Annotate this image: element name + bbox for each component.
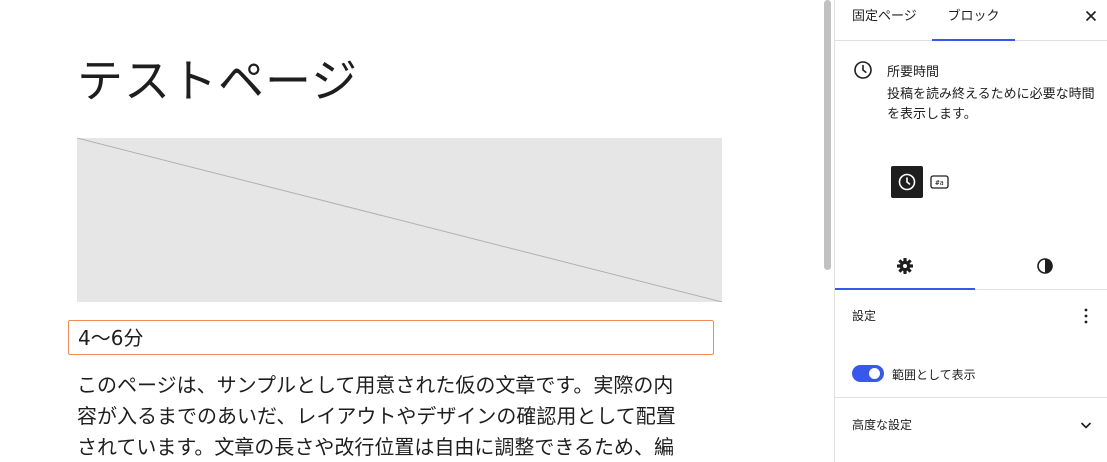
paragraph-line: されています。文章の長さや改行位置は自由に調整できるため、編 bbox=[77, 435, 674, 459]
editor-scrollbar[interactable] bbox=[820, 0, 834, 462]
featured-image-placeholder[interactable] bbox=[77, 138, 722, 302]
image-placeholder-diagonal bbox=[77, 138, 722, 302]
settings-panel-title: 設定 bbox=[852, 309, 877, 323]
scrollbar-thumb[interactable] bbox=[824, 0, 831, 270]
tab-settings[interactable] bbox=[835, 248, 971, 290]
display-as-range-label: 範囲として表示 bbox=[892, 368, 976, 382]
tab-styles[interactable] bbox=[972, 248, 1107, 290]
toggle-knob bbox=[869, 368, 880, 379]
more-vertical-icon bbox=[1084, 308, 1088, 324]
close-icon bbox=[1085, 10, 1097, 22]
block-description-line: を表示します。 bbox=[887, 107, 977, 122]
editor-canvas: テストページ 4〜6分 このページは、サンプルとして用意された仮の文章です。実際… bbox=[0, 0, 820, 462]
clock-icon bbox=[898, 173, 916, 191]
tab-block[interactable]: ブロック bbox=[932, 0, 1015, 41]
display-as-range-toggle[interactable] bbox=[852, 365, 884, 382]
close-sidebar-button[interactable] bbox=[1083, 8, 1099, 24]
contrast-icon bbox=[1037, 258, 1053, 274]
paragraph-block[interactable]: このページは、サンプルとして用意された仮の文章です。実際の内 容が入るまでのあい… bbox=[77, 370, 722, 462]
settings-sidebar: 固定ページ ブロック 所要時間 投稿を読み終えるために必要な時間 を表示します。 bbox=[834, 0, 1107, 462]
tab-page[interactable]: 固定ページ bbox=[852, 0, 917, 41]
advanced-panel-title: 高度な設定 bbox=[852, 418, 913, 432]
paragraph-line: このページは、サンプルとして用意された仮の文章です。実際の内 bbox=[77, 373, 674, 397]
svg-text:#a: #a bbox=[935, 179, 943, 187]
block-card: 所要時間 投稿を読み終えるために必要な時間 を表示します。 #a bbox=[835, 41, 1107, 248]
reading-time-value: 4〜6分 bbox=[78, 326, 144, 350]
paragraph-line: 容が入るまでのあいだ、レイアウトやデザインの確認用として配置 bbox=[77, 404, 676, 428]
variation-clock-button[interactable] bbox=[891, 166, 923, 198]
variation-word-count-button[interactable]: #a bbox=[930, 174, 949, 190]
sidebar-tabs: 固定ページ ブロック bbox=[835, 0, 1107, 41]
settings-options-button[interactable] bbox=[1079, 306, 1093, 326]
settings-panel: 設定 範囲として表示 bbox=[835, 290, 1107, 398]
clock-icon bbox=[854, 61, 872, 79]
advanced-panel-toggle[interactable]: 高度な設定 bbox=[835, 398, 1107, 450]
block-description-line: 投稿を読み終えるために必要な時間 bbox=[887, 87, 1095, 102]
reading-time-block[interactable]: 4〜6分 bbox=[68, 320, 714, 355]
block-description: 投稿を読み終えるために必要な時間 を表示します。 bbox=[887, 85, 1102, 125]
inspector-tabs bbox=[835, 248, 1107, 290]
gear-icon bbox=[897, 258, 913, 274]
page-title[interactable]: テストページ bbox=[77, 50, 358, 112]
block-title: 所要時間 bbox=[887, 65, 940, 80]
word-count-icon: #a bbox=[930, 175, 949, 189]
chevron-down-icon bbox=[1080, 422, 1092, 429]
